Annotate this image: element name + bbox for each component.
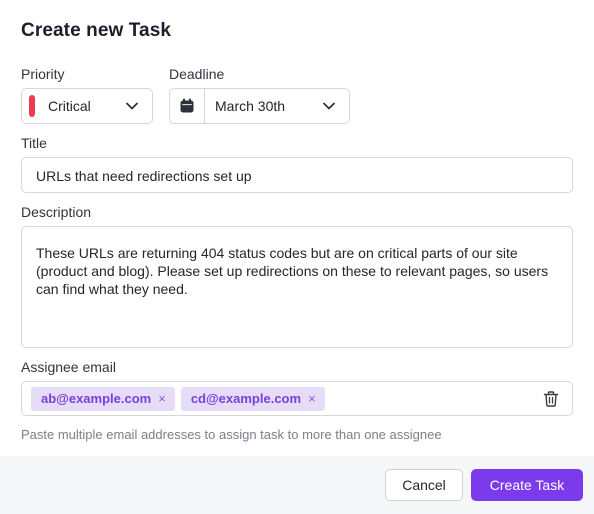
calendar-icon (180, 98, 194, 113)
chevron-down-icon (323, 102, 335, 110)
cancel-button[interactable]: Cancel (385, 469, 463, 501)
calendar-button[interactable] (170, 89, 205, 123)
email-tag: ab@example.com × (31, 386, 175, 411)
title-label: Title (21, 135, 47, 151)
assignee-label: Assignee email (21, 359, 116, 375)
deadline-label: Deadline (169, 66, 225, 82)
create-task-button[interactable]: Create Task (471, 469, 583, 501)
email-tag-text: ab@example.com (41, 391, 152, 406)
close-icon[interactable]: × (158, 391, 166, 406)
priority-value: Critical (48, 98, 91, 114)
description-textarea[interactable]: These URLs are returning 404 status code… (21, 226, 573, 348)
priority-label: Priority (21, 66, 65, 82)
close-icon[interactable]: × (308, 391, 316, 406)
title-input[interactable]: URLs that need redirections set up (21, 157, 573, 193)
dialog-title: Create new Task (21, 20, 172, 41)
assignee-hint: Paste multiple email addresses to assign… (21, 427, 442, 442)
email-tag: cd@example.com × (180, 386, 325, 411)
deadline-value: March 30th (215, 98, 286, 114)
trash-icon[interactable] (542, 390, 560, 408)
email-tag-text: cd@example.com (190, 391, 302, 406)
priority-select[interactable]: Critical (21, 88, 153, 124)
deadline-select[interactable]: March 30th (169, 88, 350, 124)
create-task-dialog: Create new Task Priority Critical Deadli… (0, 0, 594, 514)
chevron-down-icon (126, 102, 138, 110)
priority-color-indicator (29, 95, 35, 117)
assignee-email-input[interactable]: ab@example.com × cd@example.com × (21, 381, 573, 416)
description-label: Description (21, 204, 92, 220)
